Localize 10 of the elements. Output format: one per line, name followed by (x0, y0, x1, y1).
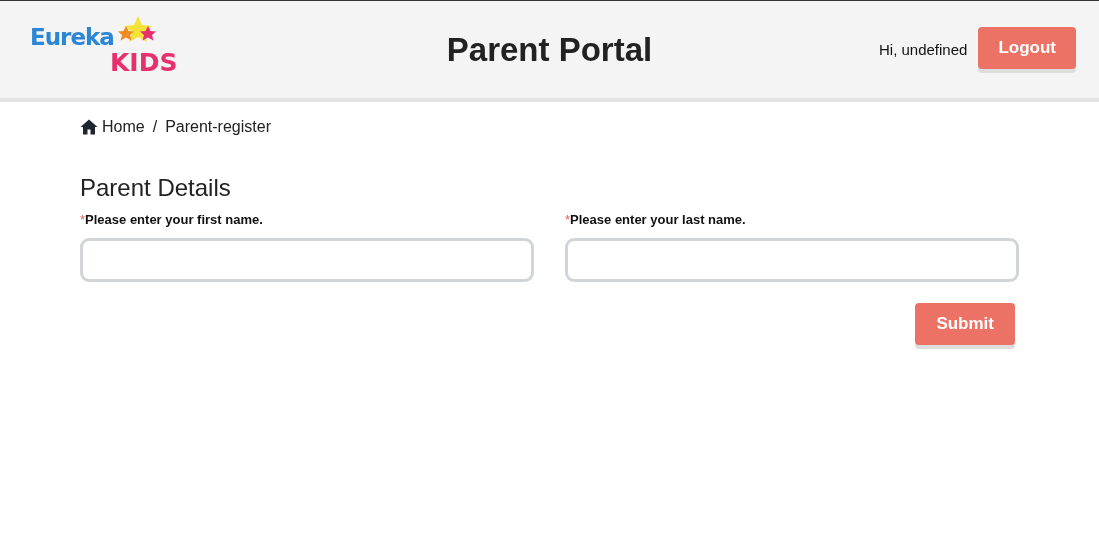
page-title: Parent Portal (446, 30, 653, 68)
logo-subtitle: KIDS (110, 49, 179, 76)
user-greeting: Hi, undefined (879, 41, 968, 58)
breadcrumb-link[interactable]: Parent-register (165, 118, 271, 136)
logo-wordmark: Eureka (30, 23, 114, 50)
breadcrumb-link[interactable]: Home (102, 118, 145, 136)
field-label: *Please enter your last name. (565, 212, 747, 227)
field-label: *Please enter your first name. (80, 212, 264, 227)
breadcrumb-separator: / (152, 118, 158, 136)
section-title: Parent Details (80, 174, 232, 202)
